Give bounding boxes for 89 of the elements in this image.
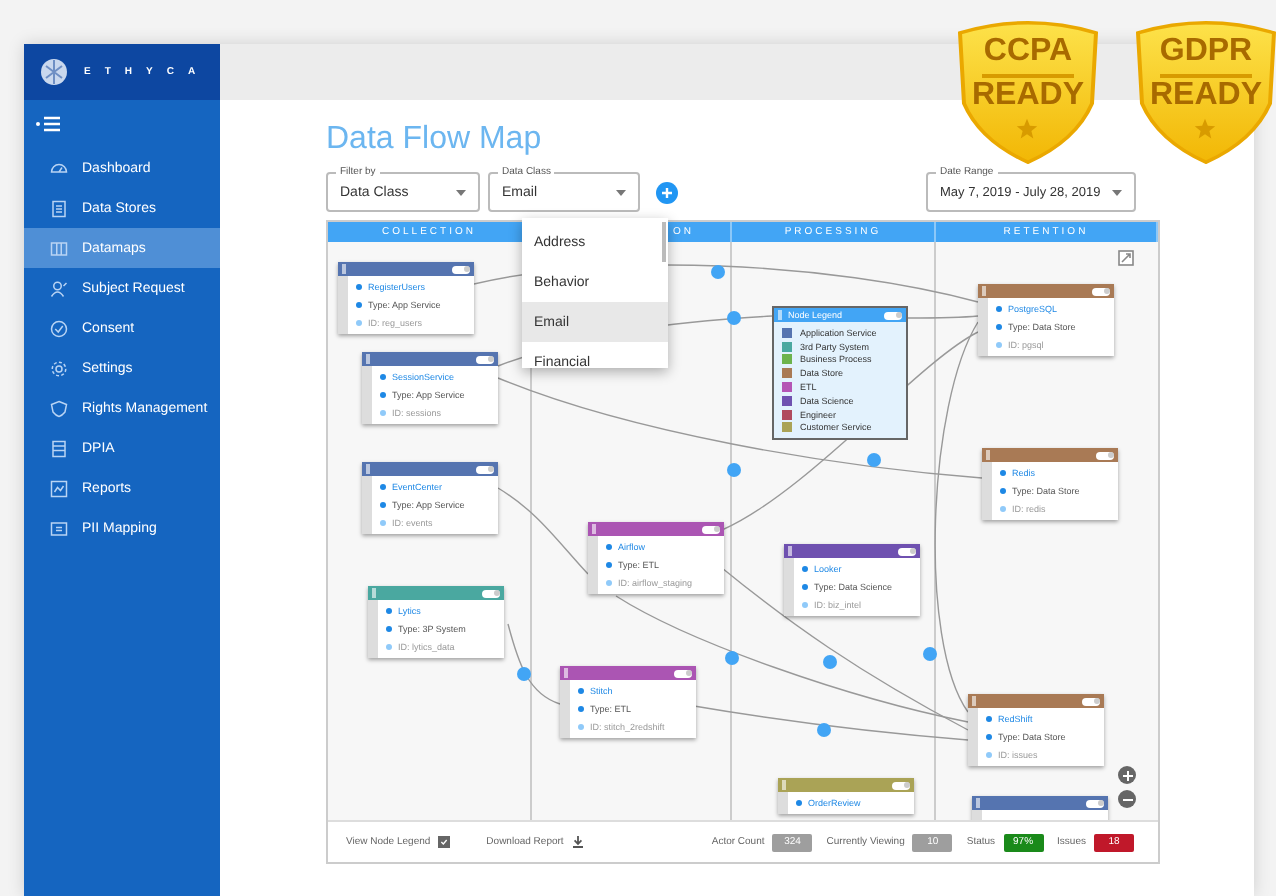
zoom-out-button[interactable]: [1118, 790, 1136, 808]
toggle-icon[interactable]: [702, 525, 720, 533]
drag-handle[interactable]: [978, 298, 988, 356]
bullet-icon: [986, 752, 992, 758]
bullet-icon: [606, 580, 612, 586]
bullet-icon: [386, 608, 392, 614]
caret-icon: [616, 189, 626, 195]
sidebar-item-icon: [50, 519, 68, 537]
bullet-icon: [802, 602, 808, 608]
bullet-icon: [606, 562, 612, 568]
star-icon: [1194, 118, 1216, 140]
bullet-icon: [1000, 506, 1006, 512]
bullet-icon: [578, 706, 584, 712]
bullet-icon: [1000, 470, 1006, 476]
bullet-icon: [356, 302, 362, 308]
toggle-icon[interactable]: [1092, 287, 1110, 295]
drag-handle[interactable]: [362, 476, 372, 534]
bullet-icon: [380, 502, 386, 508]
plus-icon: [1121, 769, 1133, 781]
plus-icon: [660, 185, 674, 199]
toggle-icon[interactable]: [1086, 799, 1104, 807]
toggle-icon[interactable]: [476, 465, 494, 473]
bullet-icon: [796, 800, 802, 806]
drag-handle[interactable]: [982, 462, 992, 520]
bullet-icon: [380, 374, 386, 380]
logo-icon: [40, 58, 68, 86]
connector-line: [507, 623, 561, 705]
drag-handle[interactable]: [968, 708, 978, 766]
drag-handle[interactable]: [368, 600, 378, 658]
sidebar-item-icon: [50, 199, 68, 217]
bullet-icon: [380, 392, 386, 398]
star-icon: [1016, 118, 1038, 140]
bullet-icon: [380, 520, 386, 526]
badge-subtitle: READY: [1147, 78, 1264, 114]
bullet-icon: [986, 716, 992, 722]
page-title: Data Flow Map: [326, 120, 542, 160]
sidebar-item-icon: [50, 399, 68, 417]
add-button[interactable]: [656, 181, 678, 203]
badge-title: CCPA: [981, 34, 1075, 70]
minus-icon: [1121, 793, 1133, 805]
download-icon[interactable]: [571, 836, 584, 848]
sidebar-item-icon: [50, 279, 68, 297]
zoom-in-button[interactable]: [1118, 766, 1136, 784]
drag-handle[interactable]: [560, 680, 570, 738]
toggle-icon[interactable]: [674, 669, 692, 677]
bullet-icon: [386, 644, 392, 650]
drag-handle[interactable]: [362, 366, 372, 424]
bullet-icon: [1000, 488, 1006, 494]
sidebar-item-icon: [50, 319, 68, 337]
sidebar-item-icon: [50, 239, 68, 257]
bullet-icon: [606, 544, 612, 550]
bullet-icon: [802, 584, 808, 590]
drag-handle[interactable]: [588, 536, 598, 594]
expand-icon[interactable]: [1118, 250, 1134, 266]
caret-icon: [1112, 189, 1122, 195]
toggle-icon[interactable]: [476, 355, 494, 363]
badge-subtitle: READY: [969, 78, 1086, 114]
toggle-icon[interactable]: [884, 311, 902, 319]
bullet-icon: [996, 342, 1002, 348]
sidebar-item-icon: [50, 439, 68, 457]
checkbox[interactable]: [438, 836, 451, 848]
connector-line: [497, 487, 589, 575]
toggle-icon[interactable]: [1082, 697, 1100, 705]
scrollbar-thumb[interactable]: [662, 222, 666, 262]
toggle-icon[interactable]: [482, 589, 500, 597]
toggle-icon[interactable]: [452, 265, 470, 273]
toggle-icon[interactable]: [892, 781, 910, 789]
badge-title: GDPR: [1157, 34, 1255, 70]
caret-icon: [456, 189, 466, 195]
menu-icon[interactable]: [36, 116, 60, 132]
bullet-icon: [996, 306, 1002, 312]
drag-handle[interactable]: [338, 276, 348, 334]
bullet-icon: [356, 284, 362, 290]
sidebar-item-icon: [50, 359, 68, 377]
bullet-icon: [986, 734, 992, 740]
toggle-icon[interactable]: [1096, 451, 1114, 459]
drag-handle[interactable]: [784, 558, 794, 616]
bullet-icon: [802, 566, 808, 572]
bullet-icon: [356, 320, 362, 326]
bullet-icon: [380, 410, 386, 416]
bullet-icon: [996, 324, 1002, 330]
bullet-icon: [578, 724, 584, 730]
sidebar-item-icon: [50, 479, 68, 497]
bullet-icon: [380, 484, 386, 490]
bullet-icon: [386, 626, 392, 632]
bullet-icon: [578, 688, 584, 694]
sidebar-item-icon: [50, 159, 68, 177]
toggle-icon[interactable]: [898, 547, 916, 555]
drag-handle[interactable]: [778, 792, 788, 814]
